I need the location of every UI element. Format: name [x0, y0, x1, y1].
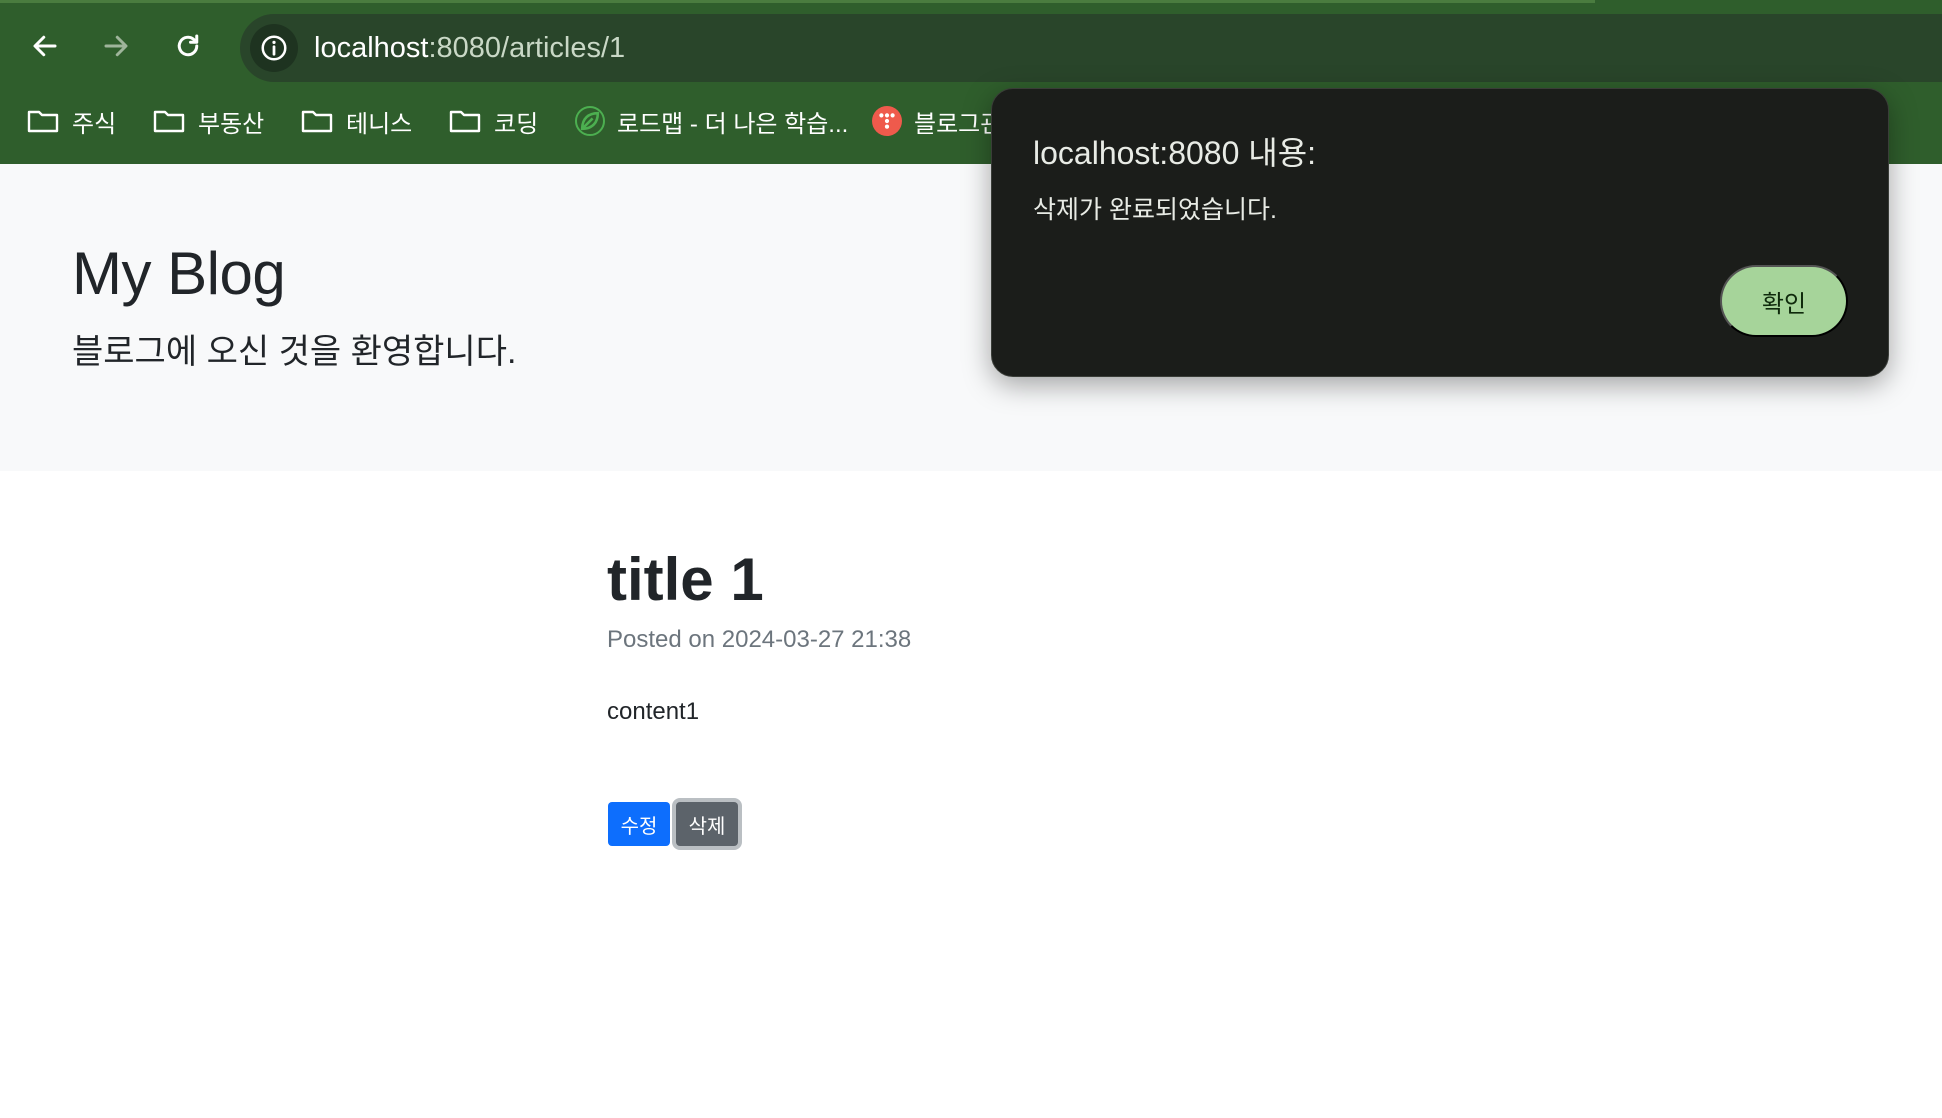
info-icon: [261, 35, 287, 61]
back-button[interactable]: [25, 26, 65, 66]
alert-dialog: localhost:8080 내용: 삭제가 완료되었습니다. 확인: [991, 88, 1889, 377]
folder-icon: [301, 110, 333, 133]
folder-icon: [449, 110, 481, 133]
delete-button[interactable]: 삭제: [676, 802, 738, 846]
blog-title: My Blog: [72, 240, 286, 307]
bookmark-blog[interactable]: 블로그관: [872, 104, 1002, 138]
bookmark-real-estate[interactable]: 부동산: [152, 104, 264, 138]
blog-favicon-icon: [872, 106, 902, 136]
folder-icon: [153, 110, 185, 133]
address-url[interactable]: localhost:8080/articles/1: [314, 30, 625, 66]
bookmark-label: 코딩: [494, 110, 539, 138]
bookmark-roadmap[interactable]: 로드맵 - 더 나은 학습...: [575, 104, 848, 138]
bookmark-tennis[interactable]: 테니스: [300, 104, 412, 138]
bookmark-label: 부동산: [198, 110, 265, 138]
arrow-right-icon: [104, 35, 128, 57]
reload-button[interactable]: [168, 26, 208, 66]
dialog-message: 삭제가 완료되었습니다.: [1033, 196, 1277, 224]
site-info-button[interactable]: [250, 24, 298, 72]
bookmark-label: 테니스: [346, 110, 413, 138]
bookmark-label: 주식: [72, 110, 117, 138]
dialog-title: localhost:8080 내용:: [1033, 135, 1317, 171]
roadmap-leaf-icon: [575, 106, 605, 136]
arrow-left-icon: [33, 35, 57, 57]
blog-subtitle: 블로그에 오신 것을 환영합니다.: [72, 333, 517, 371]
url-path: :8080/articles/1: [428, 32, 626, 64]
confirm-button[interactable]: 확인: [1720, 265, 1848, 337]
article-title: title 1: [607, 546, 764, 613]
bookmark-coding[interactable]: 코딩: [448, 104, 538, 138]
bookmark-label: 블로그관: [914, 110, 1003, 138]
edit-button[interactable]: 수정: [608, 802, 670, 846]
reload-icon: [177, 34, 199, 57]
article-content: content1: [607, 698, 700, 725]
url-host: localhost: [314, 32, 429, 64]
article-posted-date: Posted on 2024-03-27 21:38: [607, 626, 912, 653]
bookmark-stocks[interactable]: 주식: [26, 104, 116, 138]
folder-icon: [27, 110, 59, 133]
forward-button[interactable]: [96, 26, 136, 66]
browser-toolbar: localhost:8080/articles/1: [0, 0, 1942, 96]
bookmark-label: 로드맵 - 더 나은 학습...: [617, 110, 849, 138]
